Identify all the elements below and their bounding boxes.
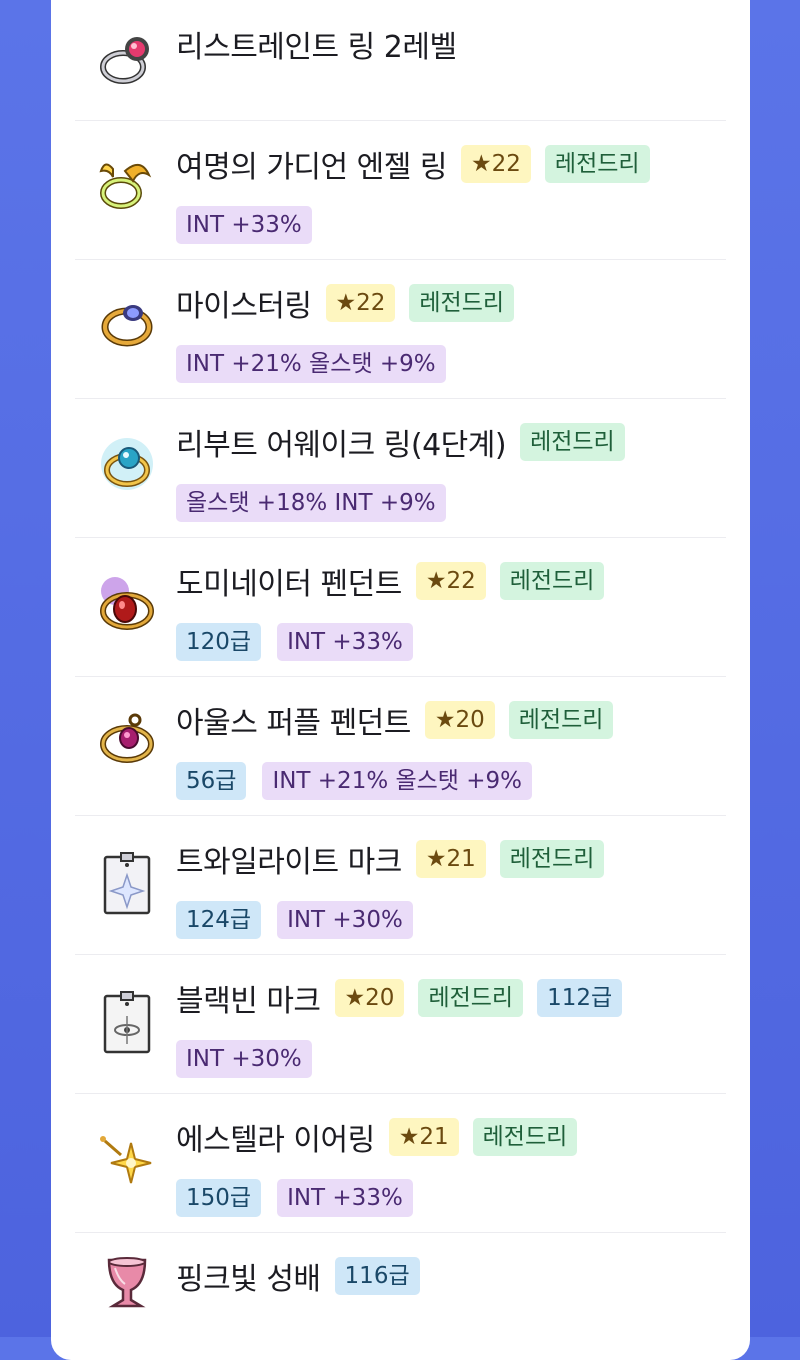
item-name: 리부트 어웨이크 링(4단계) bbox=[176, 428, 507, 463]
potential-rank-badge: 레전드리 bbox=[508, 701, 614, 739]
purple-pendant-icon bbox=[95, 706, 159, 770]
list-item[interactable]: 여명의 가디언 엔젤 링 ★22 레전드리 INT +33% bbox=[75, 120, 726, 260]
stat-badge: INT +30% bbox=[176, 1040, 312, 1078]
list-item[interactable]: 아울스 퍼플 펜던트 ★20 레전드리 56급 INT +21% 올스탯 +9% bbox=[75, 676, 726, 816]
stat-badge: 올스탯 +18% INT +9% bbox=[176, 484, 446, 522]
list-item[interactable]: 핑크빛 성배 116급 bbox=[75, 1232, 726, 1352]
list-item[interactable]: 블랙빈 마크 ★20 레전드리 112급 INT +30% bbox=[75, 954, 726, 1094]
blackbean-mark-icon bbox=[95, 990, 159, 1054]
potential-rank-badge: 레전드리 bbox=[409, 284, 515, 322]
list-item[interactable]: 마이스터링 ★22 레전드리 INT +21% 올스탯 +9% bbox=[75, 259, 726, 399]
awake-ring-icon bbox=[95, 430, 159, 494]
starforce-badge: ★20 bbox=[424, 701, 495, 739]
grade-badge: 124급 bbox=[176, 901, 262, 939]
item-name: 블랙빈 마크 bbox=[176, 984, 321, 1019]
stat-badge: INT +33% bbox=[176, 206, 312, 244]
potential-rank-badge: 레전드리 bbox=[499, 562, 605, 600]
ring-icon bbox=[95, 27, 159, 91]
item-name: 마이스터링 bbox=[176, 289, 312, 324]
grade-badge: 150급 bbox=[176, 1179, 262, 1217]
item-name: 핑크빛 성배 bbox=[176, 1262, 321, 1297]
list-item[interactable]: 리스트레인트 링 2레벨 bbox=[75, 0, 726, 121]
item-name: 트와일라이트 마크 bbox=[176, 845, 402, 880]
item-name: 여명의 가디언 엔젤 링 bbox=[176, 150, 448, 185]
list-item[interactable]: 도미네이터 펜던트 ★22 레전드리 120급 INT +33% bbox=[75, 537, 726, 677]
potential-rank-badge: 레전드리 bbox=[418, 979, 524, 1017]
starforce-badge: ★22 bbox=[325, 284, 396, 322]
stat-badge: INT +21% 올스탯 +9% bbox=[262, 762, 533, 800]
stat-badge: INT +33% bbox=[277, 623, 413, 661]
starforce-badge: ★20 bbox=[334, 979, 405, 1017]
grade-badge: 112급 bbox=[537, 979, 623, 1017]
potential-rank-badge: 레전드리 bbox=[544, 145, 650, 183]
list-item[interactable]: 에스텔라 이어링 ★21 레전드리 150급 INT +33% bbox=[75, 1093, 726, 1233]
stat-badge: INT +33% bbox=[277, 1179, 413, 1217]
list-item[interactable]: 트와일라이트 마크 ★21 레전드리 124급 INT +30% bbox=[75, 815, 726, 955]
item-name: 에스텔라 이어링 bbox=[176, 1123, 375, 1158]
stat-badge: INT +30% bbox=[277, 901, 413, 939]
starforce-badge: ★21 bbox=[415, 840, 486, 878]
list-item[interactable]: 리부트 어웨이크 링(4단계) 레전드리 올스탯 +18% INT +9% bbox=[75, 398, 726, 538]
item-name: 리스트레인트 링 2레벨 bbox=[176, 30, 457, 65]
grade-badge: 120급 bbox=[176, 623, 262, 661]
grade-badge: 116급 bbox=[334, 1257, 420, 1295]
item-name: 아울스 퍼플 펜던트 bbox=[176, 706, 411, 741]
twilight-mark-icon bbox=[95, 851, 159, 915]
equipment-card: 리스트레인트 링 2레벨 여명의 가디언 엔젤 링 ★22 레전드리 INT +… bbox=[51, 0, 750, 1360]
potential-rank-badge: 레전드리 bbox=[499, 840, 605, 878]
starforce-badge: ★22 bbox=[461, 145, 531, 183]
potential-rank-badge: 레전드리 bbox=[472, 1118, 578, 1156]
pendant-icon bbox=[95, 573, 159, 637]
potential-rank-badge: 레전드리 bbox=[520, 423, 625, 461]
meister-ring-icon bbox=[95, 289, 159, 353]
grade-badge: 56급 bbox=[176, 762, 247, 800]
starforce-badge: ★22 bbox=[415, 562, 486, 600]
grail-icon bbox=[95, 1250, 159, 1314]
starforce-badge: ★21 bbox=[388, 1118, 459, 1156]
item-name: 도미네이터 펜던트 bbox=[176, 567, 402, 602]
earring-icon bbox=[95, 1129, 159, 1193]
angel-ring-icon bbox=[95, 153, 159, 217]
stat-badge: INT +21% 올스탯 +9% bbox=[176, 345, 446, 383]
